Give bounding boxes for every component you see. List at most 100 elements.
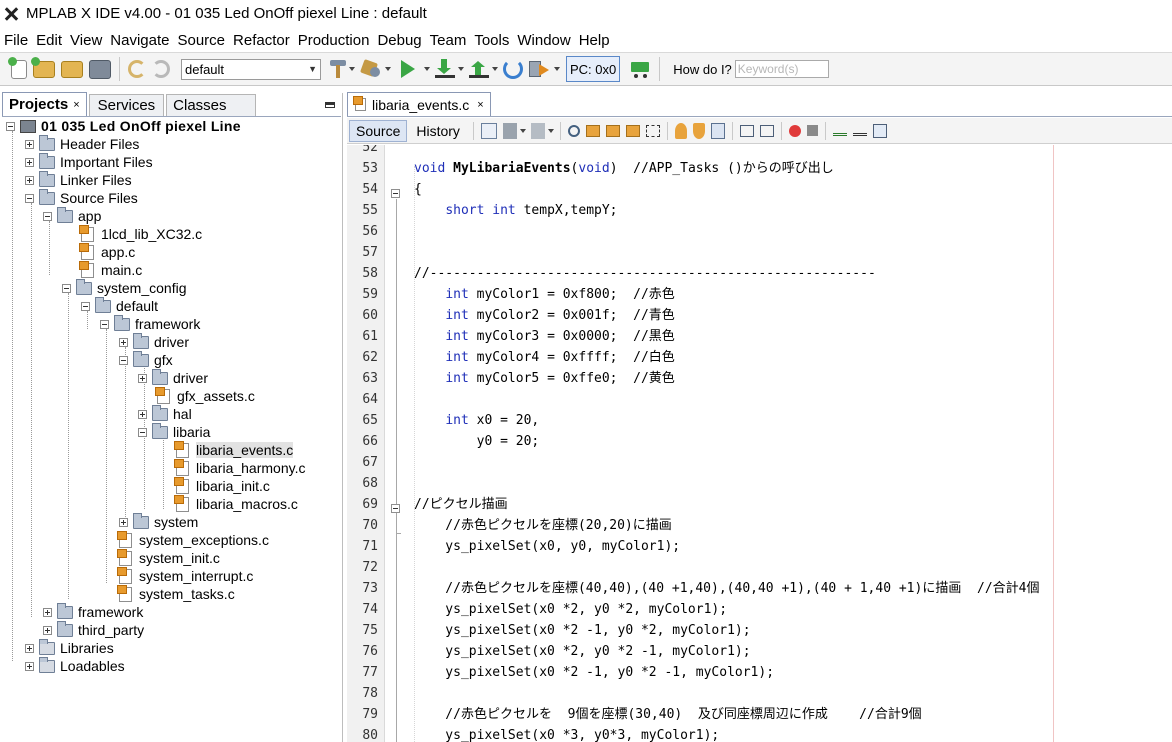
previous-bookmark-icon[interactable]	[674, 122, 687, 139]
tree-node-system[interactable]: system	[119, 512, 198, 531]
tree-node-hal[interactable]: hal	[138, 404, 192, 423]
program-dropdown-icon[interactable]	[458, 67, 464, 71]
tree-node-framework-root[interactable]: framework	[43, 602, 143, 621]
collapse-icon[interactable]	[43, 211, 52, 221]
start-macro-recording-icon[interactable]	[788, 124, 801, 137]
toggle-highlight-icon[interactable]	[625, 124, 640, 137]
menu-file[interactable]: File	[0, 32, 32, 49]
expand-icon[interactable]	[25, 157, 34, 167]
forward-icon[interactable]	[530, 122, 545, 139]
build-hammer-icon[interactable]	[330, 59, 346, 79]
expand-icon[interactable]	[138, 373, 147, 383]
how-do-i-search-input[interactable]: Keyword(s)	[734, 60, 829, 78]
toggle-bookmark-icon[interactable]	[710, 122, 725, 139]
clean-build-dropdown-icon[interactable]	[385, 67, 391, 71]
forward-dropdown-icon[interactable]	[547, 128, 554, 133]
close-icon[interactable]: ×	[73, 99, 79, 111]
debug-dropdown-icon[interactable]	[554, 67, 560, 71]
read-device-memory-icon[interactable]	[469, 59, 489, 79]
expand-icon[interactable]	[25, 175, 34, 185]
code-area[interactable]: 52 53 void MyLibariaEvents(void) //APP_Ta…	[347, 145, 1172, 742]
menu-edit[interactable]: Edit	[32, 32, 66, 49]
menu-navigate[interactable]: Navigate	[106, 32, 173, 49]
tree-node-file[interactable]: system_init.c	[117, 548, 220, 567]
reset-icon[interactable]	[503, 59, 523, 79]
clean-build-icon[interactable]	[360, 59, 382, 79]
history-view-button[interactable]: History	[409, 120, 467, 142]
tree-node-source-files[interactable]: Source Files	[25, 188, 138, 207]
tree-node-third-party[interactable]: third_party	[43, 620, 144, 639]
tree-node-framework[interactable]: framework	[100, 314, 200, 333]
collapse-icon[interactable]	[6, 121, 15, 131]
tree-node-linker-files[interactable]: Linker Files	[25, 170, 132, 189]
collapse-icon[interactable]	[62, 283, 71, 293]
next-bookmark-icon[interactable]	[692, 122, 705, 139]
redo-icon[interactable]	[152, 60, 170, 78]
menu-source[interactable]: Source	[173, 32, 229, 49]
menu-team[interactable]: Team	[426, 32, 471, 49]
collapse-icon[interactable]	[100, 319, 109, 329]
tree-node-file[interactable]: system_exceptions.c	[117, 530, 269, 549]
tree-node-libraries[interactable]: Libraries	[25, 638, 114, 657]
expand-icon[interactable]	[138, 409, 147, 419]
tree-node-gfx[interactable]: gfx	[119, 350, 173, 369]
shopping-cart-icon[interactable]	[629, 59, 651, 79]
uncomment-icon[interactable]	[852, 126, 867, 136]
open-project-icon[interactable]	[61, 60, 83, 78]
tree-node-loadables[interactable]: Loadables	[25, 656, 125, 675]
save-all-icon[interactable]	[89, 59, 111, 79]
run-project-icon[interactable]	[401, 60, 415, 78]
tree-node-file[interactable]: system_tasks.c	[117, 584, 235, 603]
collapse-icon[interactable]	[81, 301, 90, 311]
new-file-icon[interactable]	[8, 56, 27, 79]
expand-icon[interactable]	[25, 661, 34, 671]
build-dropdown-icon[interactable]	[349, 67, 355, 71]
editor-tab-libaria-events[interactable]: libaria_events.c ×	[347, 92, 491, 116]
tree-node-default[interactable]: default	[81, 296, 158, 315]
menu-production[interactable]: Production	[294, 32, 374, 49]
last-edit-icon[interactable]	[480, 122, 497, 139]
find-previous-icon[interactable]	[585, 124, 600, 137]
menu-help[interactable]: Help	[575, 32, 614, 49]
tree-node-header-files[interactable]: Header Files	[25, 134, 139, 153]
tab-projects[interactable]: Projects ×	[2, 92, 87, 116]
expand-icon[interactable]	[25, 643, 34, 653]
menu-debug[interactable]: Debug	[373, 32, 425, 49]
tree-node-file[interactable]: main.c	[79, 260, 142, 279]
tab-services[interactable]: Services	[88, 94, 165, 116]
shift-right-icon[interactable]	[759, 124, 774, 137]
tree-node-gfx-driver[interactable]: driver	[138, 368, 208, 387]
tree-node-project[interactable]: 01 035 Led OnOff piexel Line	[6, 117, 241, 135]
tree-node-file[interactable]: libaria_macros.c	[174, 494, 298, 513]
configuration-select[interactable]: default ▼	[181, 58, 321, 80]
collapse-icon[interactable]	[138, 427, 147, 437]
read-dropdown-icon[interactable]	[492, 67, 498, 71]
tree-node-file[interactable]: libaria_init.c	[174, 476, 270, 495]
tree-node-system-config[interactable]: system_config	[62, 278, 186, 297]
find-next-icon[interactable]	[605, 124, 620, 137]
new-project-icon[interactable]	[31, 56, 55, 78]
debug-project-icon[interactable]	[529, 59, 551, 79]
tree-node-libaria[interactable]: libaria	[138, 422, 210, 441]
tree-node-file[interactable]: 1lcd_lib_XC32.c	[79, 224, 202, 243]
back-icon[interactable]	[502, 122, 517, 139]
expand-icon[interactable]	[119, 337, 128, 347]
menu-tools[interactable]: Tools	[470, 32, 513, 49]
make-program-device-icon[interactable]	[435, 59, 455, 79]
tree-node-app[interactable]: app	[43, 206, 101, 225]
back-dropdown-icon[interactable]	[519, 128, 526, 133]
menu-refactor[interactable]: Refactor	[229, 32, 294, 49]
tab-classes[interactable]: Classes	[166, 94, 256, 116]
rectangular-selection-icon[interactable]	[645, 124, 660, 137]
expand-icon[interactable]	[43, 625, 52, 635]
run-dropdown-icon[interactable]	[424, 67, 430, 71]
tree-node-file[interactable]: libaria_harmony.c	[174, 458, 305, 477]
expand-icon[interactable]	[43, 607, 52, 617]
format-code-icon[interactable]	[872, 123, 887, 138]
tree-node-file-selected[interactable]: libaria_events.c	[174, 440, 294, 459]
source-view-button[interactable]: Source	[349, 119, 408, 142]
shift-left-icon[interactable]	[739, 124, 754, 137]
expand-icon[interactable]	[25, 139, 34, 149]
tree-node-driver[interactable]: driver	[119, 332, 189, 351]
tree-node-file[interactable]: system_interrupt.c	[117, 566, 253, 585]
